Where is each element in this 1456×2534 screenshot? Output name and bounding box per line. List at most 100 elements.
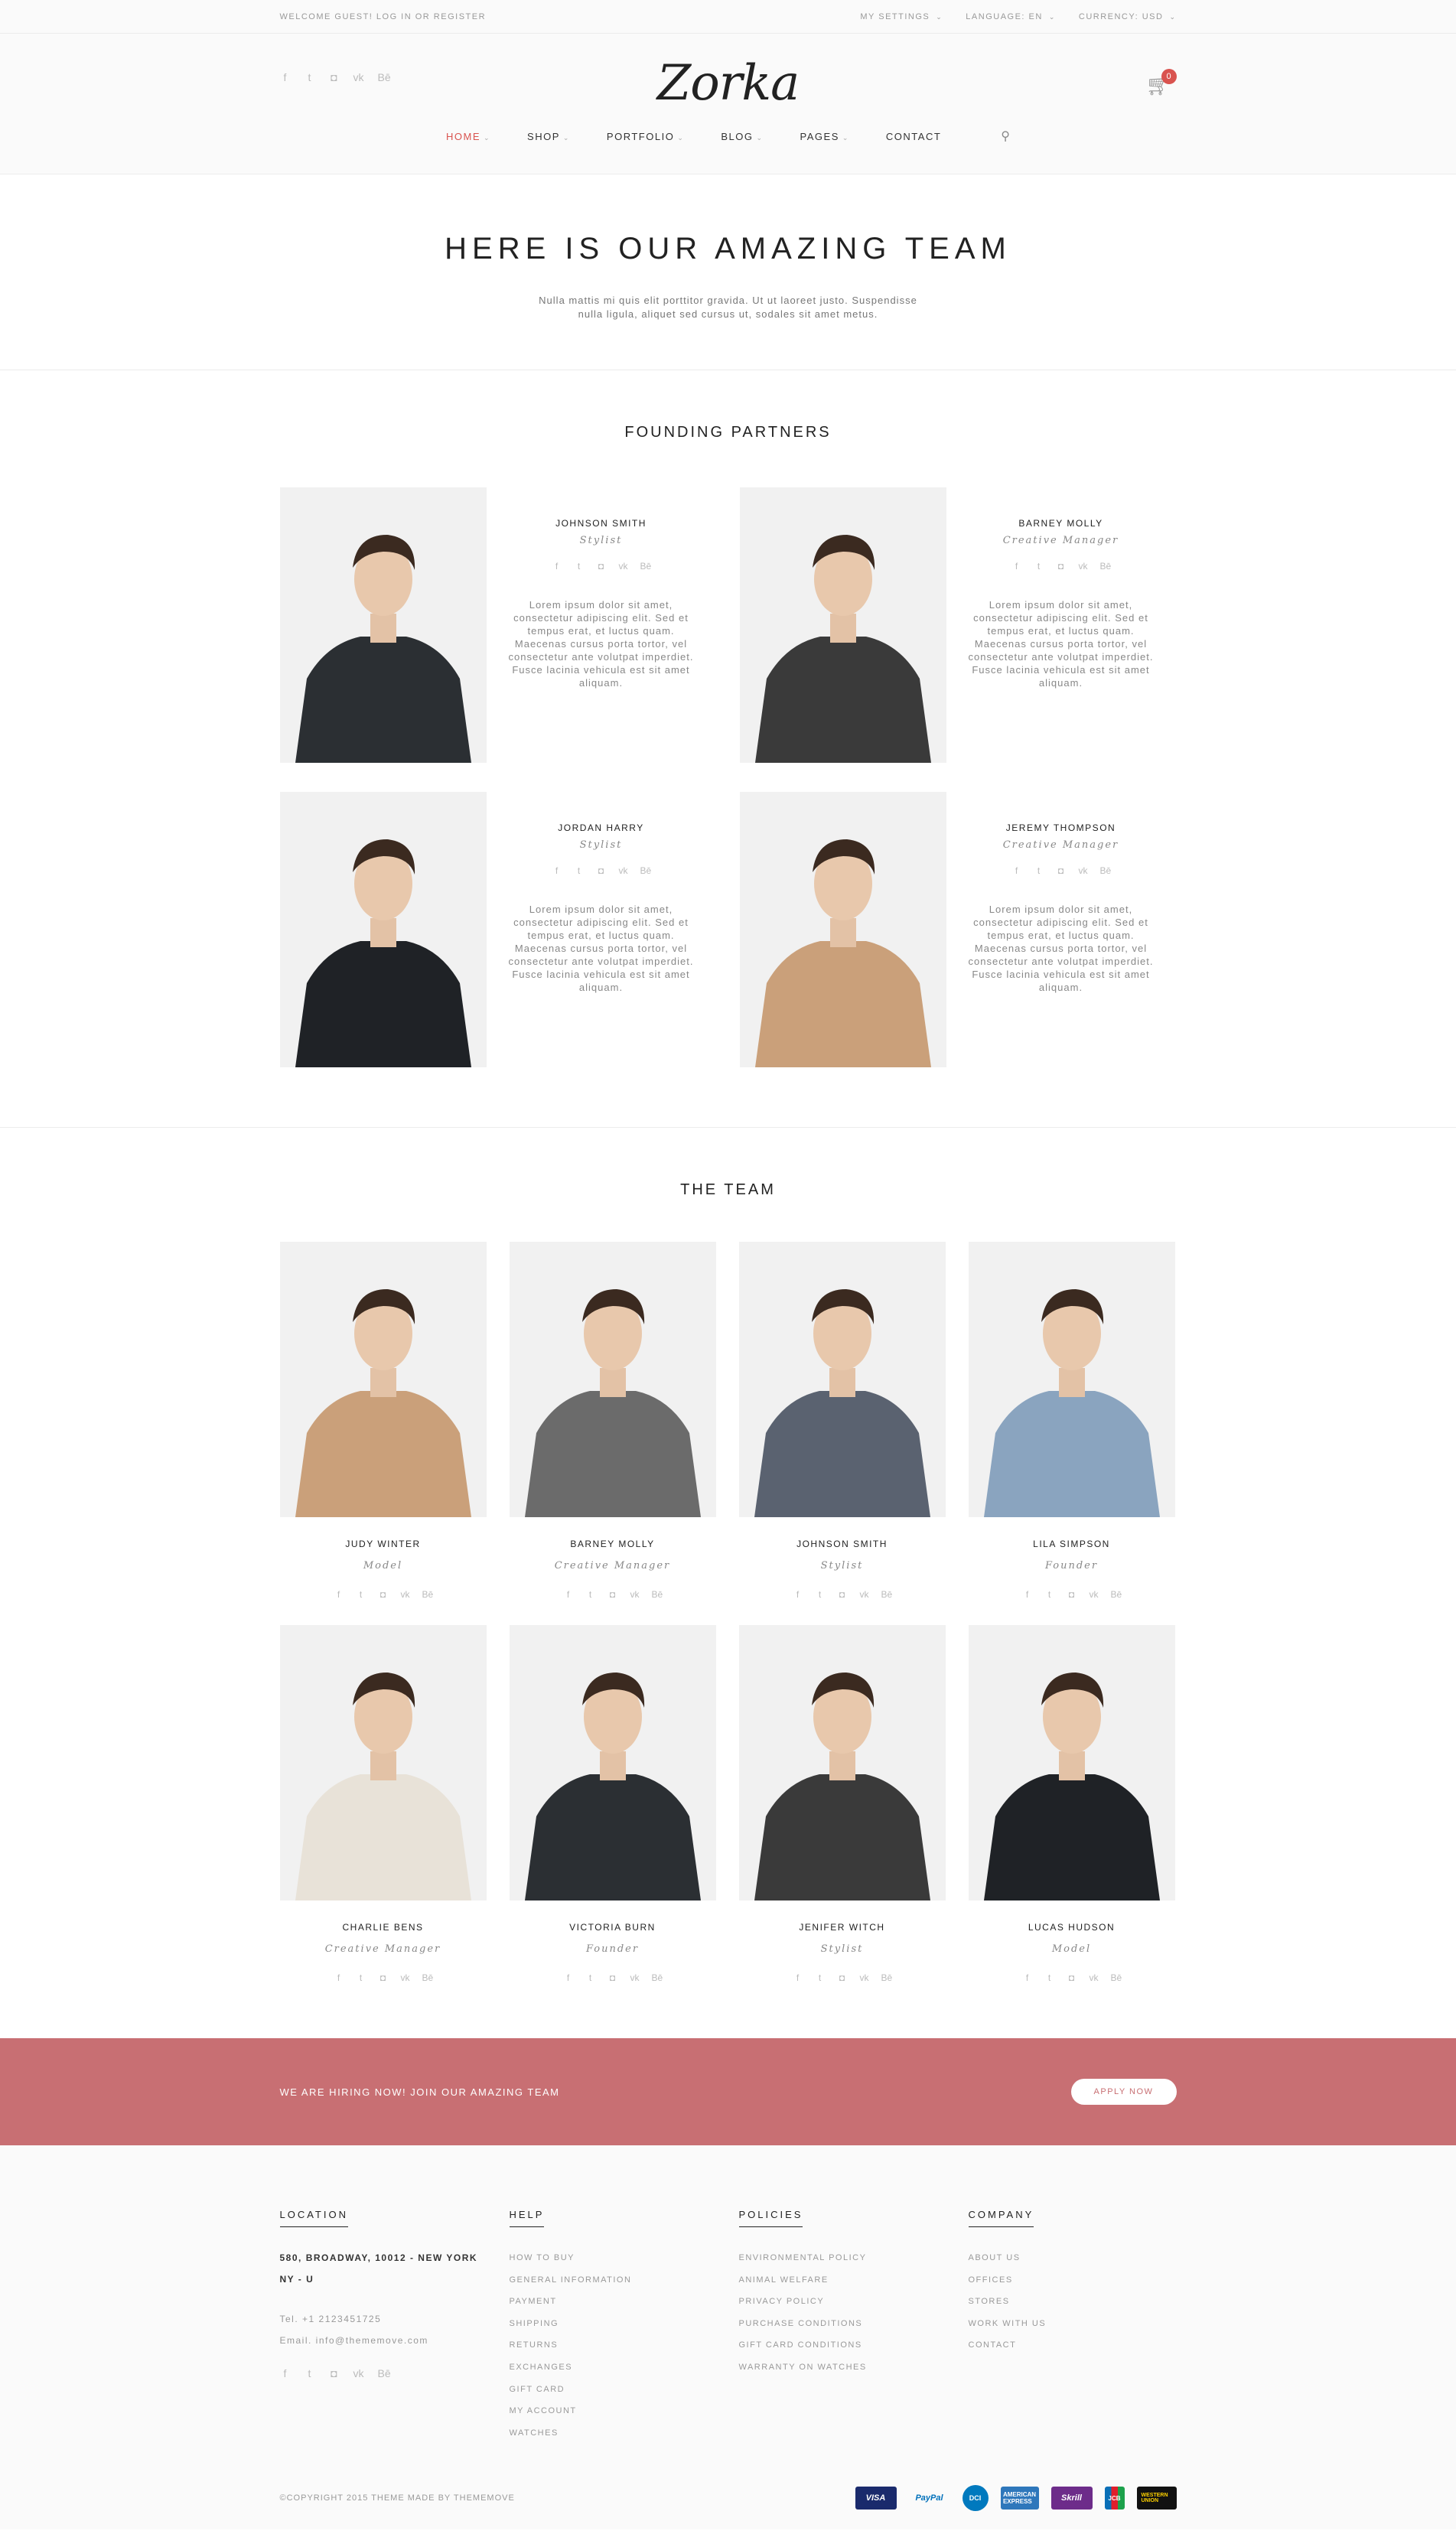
twitter-icon[interactable]: t [1044, 1973, 1055, 1982]
instagram-icon[interactable]: ◘ [607, 1590, 618, 1599]
vk-icon[interactable]: vk [859, 1590, 870, 1599]
vk-icon[interactable]: vk [859, 1973, 870, 1982]
partner-photo[interactable] [739, 487, 946, 763]
footer-link[interactable]: CONTACT [969, 2334, 1198, 2356]
vk-icon[interactable]: vk [618, 866, 629, 875]
vk-icon[interactable]: vk [618, 562, 629, 571]
behance-icon[interactable]: Bē [378, 2368, 391, 2379]
site-logo[interactable]: Zorka [657, 55, 800, 112]
cart-button[interactable]: 🛒︎ 0 [1146, 69, 1177, 104]
facebook-icon[interactable]: f [552, 562, 562, 571]
facebook-icon[interactable]: f [334, 1973, 344, 1982]
facebook-icon[interactable]: f [280, 72, 291, 83]
partner-photo[interactable] [739, 792, 946, 1067]
behance-icon[interactable]: Bē [881, 1973, 893, 1982]
footer-link[interactable]: ANIMAL WELFARE [739, 2269, 969, 2291]
twitter-icon[interactable]: t [815, 1973, 826, 1982]
behance-icon[interactable]: Bē [1100, 866, 1112, 875]
instagram-icon[interactable]: ◘ [596, 562, 607, 571]
behance-icon[interactable]: Bē [422, 1590, 434, 1599]
my-settings-dropdown[interactable]: MY SETTINGS ⌄ [860, 12, 943, 21]
currency-dropdown[interactable]: CURRENCY: USD ⌄ [1079, 12, 1177, 21]
twitter-icon[interactable]: t [585, 1590, 596, 1599]
instagram-icon[interactable]: ◘ [378, 1973, 389, 1982]
behance-icon[interactable]: Bē [652, 1590, 663, 1599]
footer-link[interactable]: GIFT CARD [510, 2379, 739, 2401]
footer-link[interactable]: PAYMENT [510, 2291, 739, 2313]
footer-link[interactable]: GIFT CARD CONDITIONS [739, 2334, 969, 2356]
vk-icon[interactable]: vk [630, 1973, 640, 1982]
welcome-login-link[interactable]: WELCOME GUEST! LOG IN OR REGISTER [280, 12, 487, 21]
instagram-icon[interactable]: ◘ [1067, 1590, 1077, 1599]
twitter-icon[interactable]: t [574, 562, 585, 571]
facebook-icon[interactable]: f [1022, 1973, 1033, 1982]
footer-link[interactable]: EXCHANGES [510, 2356, 739, 2379]
facebook-icon[interactable]: f [280, 2368, 291, 2379]
twitter-icon[interactable]: t [815, 1590, 826, 1599]
behance-icon[interactable]: Bē [881, 1590, 893, 1599]
footer-link[interactable]: OFFICES [969, 2269, 1198, 2291]
vk-icon[interactable]: vk [1078, 866, 1089, 875]
behance-icon[interactable]: Bē [1100, 562, 1112, 571]
footer-link[interactable]: ENVIRONMENTAL POLICY [739, 2247, 969, 2269]
member-photo[interactable] [509, 1625, 716, 1900]
member-photo[interactable] [279, 1625, 487, 1900]
vk-icon[interactable]: vk [630, 1590, 640, 1599]
footer-link[interactable]: PURCHASE CONDITIONS [739, 2313, 969, 2335]
facebook-icon[interactable]: f [563, 1590, 574, 1599]
facebook-icon[interactable]: f [1022, 1590, 1033, 1599]
footer-link[interactable]: GENERAL INFORMATION [510, 2269, 739, 2291]
instagram-icon[interactable]: ◘ [1067, 1973, 1077, 1982]
twitter-icon[interactable]: t [305, 72, 315, 83]
facebook-icon[interactable]: f [1011, 562, 1022, 571]
footer-link[interactable]: RETURNS [510, 2334, 739, 2356]
search-icon[interactable]: ⚲ [1001, 129, 1010, 144]
nav-item-portfolio[interactable]: PORTFOLIO ⌄ [607, 131, 684, 142]
facebook-icon[interactable]: f [334, 1590, 344, 1599]
apply-now-button[interactable]: APPLY NOW [1070, 2079, 1177, 2105]
footer-link[interactable]: ABOUT US [969, 2247, 1198, 2269]
footer-link[interactable]: SHIPPING [510, 2313, 739, 2335]
nav-item-pages[interactable]: PAGES ⌄ [800, 131, 849, 142]
member-photo[interactable] [738, 1242, 946, 1517]
twitter-icon[interactable]: t [356, 1973, 366, 1982]
behance-icon[interactable]: Bē [1111, 1590, 1122, 1599]
nav-item-shop[interactable]: SHOP ⌄ [527, 131, 570, 142]
behance-icon[interactable]: Bē [640, 562, 652, 571]
instagram-icon[interactable]: ◘ [329, 72, 340, 83]
twitter-icon[interactable]: t [585, 1973, 596, 1982]
instagram-icon[interactable]: ◘ [607, 1973, 618, 1982]
instagram-icon[interactable]: ◘ [596, 866, 607, 875]
twitter-icon[interactable]: t [356, 1590, 366, 1599]
twitter-icon[interactable]: t [1044, 1590, 1055, 1599]
instagram-icon[interactable]: ◘ [1056, 866, 1067, 875]
member-photo[interactable] [968, 1625, 1175, 1900]
partner-photo[interactable] [279, 792, 487, 1067]
footer-link[interactable]: STORES [969, 2291, 1198, 2313]
instagram-icon[interactable]: ◘ [1056, 562, 1067, 571]
phone[interactable]: Tel. +1 2123451725 [280, 2308, 510, 2330]
vk-icon[interactable]: vk [400, 1590, 411, 1599]
member-photo[interactable] [738, 1625, 946, 1900]
member-photo[interactable] [968, 1242, 1175, 1517]
facebook-icon[interactable]: f [793, 1973, 803, 1982]
vk-icon[interactable]: vk [353, 72, 364, 83]
instagram-icon[interactable]: ◘ [329, 2368, 340, 2379]
vk-icon[interactable]: vk [1089, 1590, 1099, 1599]
email[interactable]: Email. info@thememove.com [280, 2330, 510, 2351]
instagram-icon[interactable]: ◘ [837, 1590, 848, 1599]
facebook-icon[interactable]: f [793, 1590, 803, 1599]
member-photo[interactable] [509, 1242, 716, 1517]
language-dropdown[interactable]: LANGUAGE: EN ⌄ [966, 12, 1056, 21]
behance-icon[interactable]: Bē [1111, 1973, 1122, 1982]
twitter-icon[interactable]: t [574, 866, 585, 875]
nav-item-home[interactable]: HOME ⌄ [446, 131, 490, 142]
twitter-icon[interactable]: t [1034, 562, 1044, 571]
footer-link[interactable]: HOW TO BUY [510, 2247, 739, 2269]
behance-icon[interactable]: Bē [378, 72, 391, 83]
facebook-icon[interactable]: f [563, 1973, 574, 1982]
nav-item-blog[interactable]: BLOG ⌄ [721, 131, 763, 142]
behance-icon[interactable]: Bē [640, 866, 652, 875]
footer-link[interactable]: WATCHES [510, 2422, 739, 2444]
instagram-icon[interactable]: ◘ [837, 1973, 848, 1982]
